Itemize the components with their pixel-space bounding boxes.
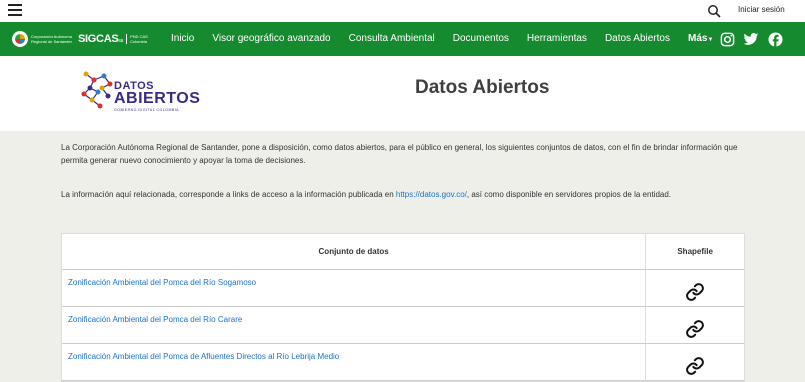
brand-sig-text: SIGCASsa	[78, 33, 124, 45]
dataset-link[interactable]: Zonificación Ambiental del Pomca del Río…	[62, 270, 647, 306]
caret-down-icon: ▼	[707, 37, 714, 43]
nav-item-datos-abiertos[interactable]: Datos Abiertos	[605, 33, 670, 44]
nav-item-herramientas[interactable]: Herramientas	[527, 33, 587, 44]
nav-item-inicio[interactable]: Inicio	[171, 33, 194, 44]
twitter-icon[interactable]	[743, 32, 759, 47]
datos-gov-link[interactable]: https://datos.gov.co/	[396, 190, 467, 199]
dataset-link[interactable]: Zonificación Ambiental del Pomca de Aflu…	[62, 344, 647, 380]
nav-item-consulta[interactable]: Consulta Ambiental	[349, 33, 435, 44]
datos-abiertos-logo: DATOS ABIERTOS GOBIERNO DIGITAL COLOMBIA	[80, 66, 200, 116]
network-graphic-icon	[81, 71, 113, 109]
menu-icon[interactable]	[8, 4, 22, 16]
dataset-link[interactable]: Zonificación Ambiental del Pomca del Río…	[62, 307, 647, 343]
table-row: Zonificación Ambiental del Pomca del Río…	[62, 307, 744, 344]
shapefile-link[interactable]	[646, 344, 744, 380]
nav-item-mas[interactable]: Más▼	[688, 33, 713, 44]
table-header: Conjunto de datos Shapefile	[62, 234, 744, 270]
logo-line-3: GOBIERNO DIGITAL COLOMBIA	[114, 108, 180, 112]
intro-paragraph: La Corporación Autónoma Regional de Sant…	[61, 143, 738, 165]
instagram-icon[interactable]	[720, 32, 735, 47]
brand-divider	[126, 34, 128, 44]
datasets-table: Conjunto de datos Shapefile Zonificación…	[61, 233, 745, 382]
link-icon	[686, 320, 705, 338]
brand-logo[interactable]: Corporación Autónoma Regional de Santand…	[12, 30, 148, 48]
facebook-icon[interactable]	[768, 32, 783, 47]
top-bar: Iniciar sesión	[0, 0, 805, 22]
search-icon[interactable]	[707, 4, 721, 18]
nav-item-documentos[interactable]: Documentos	[453, 33, 509, 44]
cas-logo-icon	[12, 31, 28, 47]
table-row: Zonificación Ambiental del Pomca del Río…	[62, 270, 744, 307]
main-navbar: Corporación Autónoma Regional de Santand…	[0, 22, 805, 56]
link-icon	[686, 283, 705, 301]
link-icon	[686, 357, 705, 375]
info-paragraph: La información aquí relacionada, corresp…	[61, 190, 672, 199]
column-header-shapefile: Shapefile	[677, 247, 713, 256]
nav-item-visor[interactable]: Visor geográfico avanzado	[212, 33, 330, 44]
page-title: Datos Abiertos	[415, 77, 550, 98]
page-header: DATOS ABIERTOS GOBIERNO DIGITAL COLOMBIA…	[0, 56, 805, 131]
brand-gov-text: PND CAS Colombia	[130, 34, 148, 44]
brand-corp-text: Corporación Autónoma Regional de Santand…	[31, 34, 72, 44]
column-header-dataset: Conjunto de datos	[62, 234, 647, 269]
shapefile-link[interactable]	[646, 270, 744, 306]
login-link[interactable]: Iniciar sesión	[738, 5, 785, 14]
nav-menu: Inicio Visor geográfico avanzado Consult…	[171, 33, 721, 44]
shapefile-link[interactable]	[646, 307, 744, 343]
table-row: Zonificación Ambiental del Pomca de Aflu…	[62, 344, 744, 381]
logo-line-2: ABIERTOS	[114, 90, 201, 107]
